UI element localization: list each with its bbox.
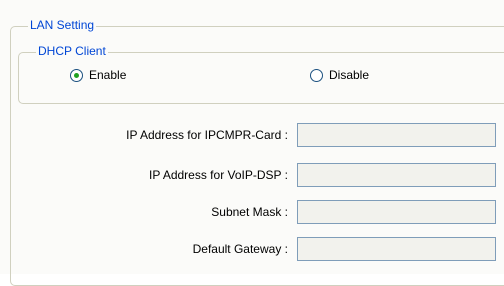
subnet-mask-label: Subnet Mask :: [211, 205, 288, 219]
ipcmpr-card-ip-row: IP Address for IPCMPR-Card :: [0, 123, 504, 147]
radio-unselected-icon[interactable]: [310, 68, 323, 82]
radio-selected-icon[interactable]: [70, 68, 83, 82]
default-gateway-row: Default Gateway :: [0, 237, 504, 261]
dhcp-disable-radio[interactable]: Disable: [310, 68, 369, 82]
dhcp-enable-radio[interactable]: Enable: [70, 68, 126, 82]
subnet-mask-row: Subnet Mask :: [0, 200, 504, 224]
dhcp-client-title: DHCP Client: [36, 44, 108, 58]
default-gateway-input[interactable]: [297, 237, 496, 261]
ipcmpr-card-ip-label: IP Address for IPCMPR-Card :: [126, 128, 288, 142]
dhcp-disable-label: Disable: [329, 68, 370, 82]
lan-setting-title: LAN Setting: [28, 18, 97, 32]
voip-dsp-ip-input[interactable]: [297, 163, 496, 187]
voip-dsp-ip-label: IP Address for VoIP-DSP :: [149, 168, 288, 182]
default-gateway-label: Default Gateway :: [192, 242, 288, 256]
lan-setting-panel: LAN Setting DHCP Client Enable Disable I…: [0, 0, 504, 286]
radio-dot-icon: [74, 72, 79, 78]
dhcp-enable-label: Enable: [89, 68, 127, 82]
ipcmpr-card-ip-input[interactable]: [297, 123, 496, 147]
voip-dsp-ip-row: IP Address for VoIP-DSP :: [0, 163, 504, 187]
subnet-mask-input[interactable]: [297, 200, 496, 224]
